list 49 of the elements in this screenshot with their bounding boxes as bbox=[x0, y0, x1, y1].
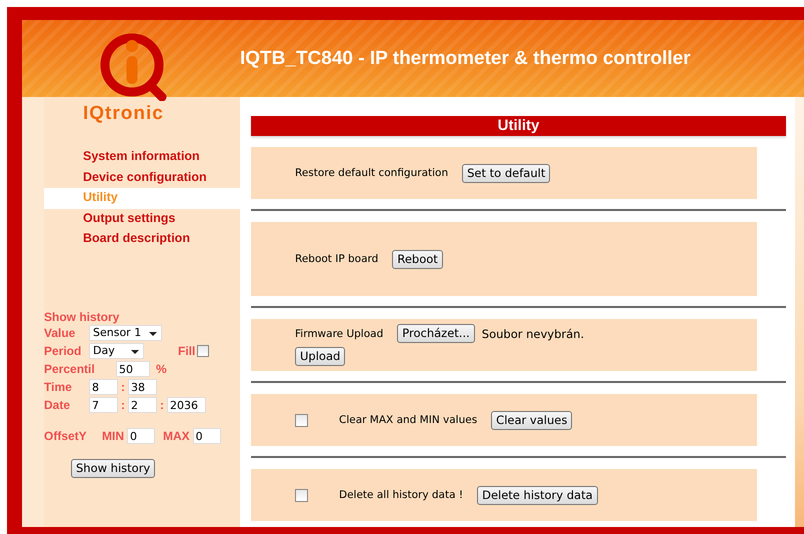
action-label: Delete all history data ! bbox=[339, 489, 464, 501]
history-heading: Show history bbox=[44, 310, 120, 324]
percentil-field[interactable]: 50 bbox=[116, 361, 150, 377]
sidebar-item[interactable]: Output settings bbox=[44, 208, 240, 229]
caret-icon bbox=[149, 332, 157, 336]
min-field[interactable]: 0 bbox=[127, 428, 155, 444]
action-button[interactable]: Clear values bbox=[491, 410, 572, 430]
sidebar-item[interactable]: System information bbox=[44, 147, 240, 168]
action-label: Restore default configuration bbox=[295, 167, 448, 179]
fill-label: Fill bbox=[178, 344, 196, 358]
value-label: Value bbox=[44, 326, 76, 340]
sidebar-item[interactable]: Board description bbox=[44, 229, 240, 250]
separator: : bbox=[160, 398, 164, 412]
separator: : bbox=[121, 398, 125, 412]
confirm-checkbox[interactable] bbox=[295, 488, 308, 502]
sensor-select[interactable]: Sensor 1 bbox=[89, 325, 162, 341]
date-field[interactable]: 2 bbox=[128, 397, 157, 413]
action-label: Reboot IP board bbox=[295, 253, 378, 265]
action-button[interactable]: Set to default bbox=[462, 164, 550, 182]
action-label: Clear MAX and MIN values bbox=[339, 414, 478, 426]
date-field[interactable]: 7 bbox=[89, 397, 118, 413]
upload-button[interactable]: Upload bbox=[295, 347, 346, 366]
max-field[interactable]: 0 bbox=[192, 428, 221, 444]
min-label: MIN bbox=[102, 429, 124, 443]
show-history-button[interactable]: Show history bbox=[71, 459, 156, 478]
browse-button[interactable]: Procházet... bbox=[397, 324, 475, 343]
time-field[interactable]: 38 bbox=[128, 379, 157, 395]
page-title: IQTB_TC840 - IP thermometer & thermo controller bbox=[240, 48, 690, 70]
date-field[interactable]: 2036 bbox=[167, 397, 206, 413]
period-select[interactable]: Day bbox=[89, 343, 144, 359]
percentil-label: Percentil bbox=[44, 362, 96, 376]
separator: : bbox=[121, 380, 125, 394]
file-status: Soubor nevybrán. bbox=[482, 326, 584, 340]
period-label: Period bbox=[44, 344, 82, 358]
date-label: Date bbox=[44, 398, 72, 412]
fill-checkbox[interactable] bbox=[197, 345, 210, 357]
time-field[interactable]: 8 bbox=[89, 379, 118, 395]
caret-icon bbox=[131, 350, 139, 354]
action-button[interactable]: Reboot bbox=[392, 250, 443, 268]
action-button[interactable]: Delete history data bbox=[477, 486, 598, 504]
percent-unit: % bbox=[156, 362, 167, 376]
logo-text: IQtronic bbox=[83, 103, 164, 125]
action-label: Firmware Upload bbox=[295, 328, 384, 340]
max-label: MAX bbox=[163, 429, 190, 443]
sidebar-item[interactable]: Device configuration bbox=[44, 168, 240, 188]
confirm-checkbox[interactable] bbox=[295, 414, 308, 426]
time-label: Time bbox=[44, 380, 73, 394]
section-title-bar: Utility bbox=[251, 116, 786, 136]
offset-label: OffsetY bbox=[44, 429, 88, 443]
